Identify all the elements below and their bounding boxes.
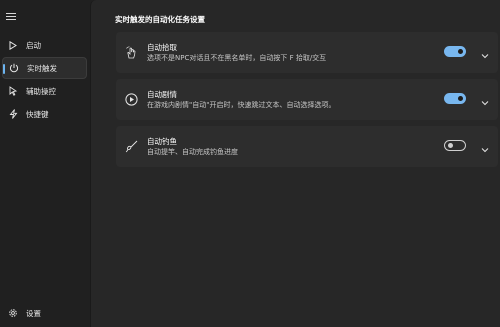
hand-icon — [124, 45, 138, 59]
play-circle-icon — [124, 92, 138, 106]
app-window: 启动 实时触发 辅助操控 快捷键 设置 实时触发的自动化任务设置 自动拾取 选项… — [0, 0, 500, 327]
sidebar-item-label: 辅助操控 — [26, 86, 56, 96]
sidebar-item-settings[interactable]: 设置 — [2, 302, 87, 324]
card-title: 自动拾取 — [147, 43, 177, 52]
sidebar-item-realtime-trigger[interactable]: 实时触发 — [2, 57, 87, 79]
sidebar-item-start[interactable]: 启动 — [2, 34, 87, 56]
sidebar-item-label: 快捷键 — [26, 109, 49, 119]
sidebar-item-label: 启动 — [26, 40, 41, 50]
gear-icon — [8, 308, 18, 318]
sidebar-item-label: 实时触发 — [27, 63, 57, 73]
chevron-down-icon[interactable] — [480, 140, 490, 153]
card-auto-story[interactable]: 自动剧情 在游戏内剧情"自动"开启时，快速跳过文本、自动选择选项。 — [116, 79, 498, 120]
chevron-down-icon[interactable] — [480, 46, 490, 59]
card-description: 自动提竿、自动完成钓鱼进度 — [147, 148, 238, 156]
auto-pickup-toggle[interactable] — [444, 46, 466, 57]
sidebar-item-hotkeys[interactable]: 快捷键 — [2, 103, 87, 125]
play-icon — [8, 40, 18, 50]
card-auto-pickup[interactable]: 自动拾取 选项不是NPC对话且不在黑名单时，自动按下 F 拾取/交互 — [116, 32, 498, 73]
sidebar: 启动 实时触发 辅助操控 快捷键 设置 — [0, 0, 90, 327]
card-description: 在游戏内剧情"自动"开启时，快速跳过文本、自动选择选项。 — [147, 101, 336, 109]
menu-icon[interactable] — [6, 13, 16, 21]
card-title: 自动剧情 — [147, 90, 177, 99]
fishing-icon — [124, 139, 138, 153]
auto-fishing-toggle[interactable] — [444, 140, 466, 151]
lightning-icon — [8, 109, 18, 119]
sidebar-item-label: 设置 — [26, 308, 41, 318]
cursor-icon — [8, 86, 18, 96]
page-title: 实时触发的自动化任务设置 — [115, 15, 205, 24]
power-icon — [9, 63, 19, 73]
card-auto-fishing[interactable]: 自动钓鱼 自动提竿、自动完成钓鱼进度 — [116, 126, 498, 167]
card-description: 选项不是NPC对话且不在黑名单时，自动按下 F 拾取/交互 — [147, 54, 327, 62]
chevron-down-icon[interactable] — [480, 93, 490, 106]
card-title: 自动钓鱼 — [147, 137, 177, 146]
sidebar-item-assist-control[interactable]: 辅助操控 — [2, 80, 87, 102]
auto-story-toggle[interactable] — [444, 93, 466, 104]
main-panel: 实时触发的自动化任务设置 自动拾取 选项不是NPC对话且不在黑名单时，自动按下 … — [90, 0, 500, 327]
